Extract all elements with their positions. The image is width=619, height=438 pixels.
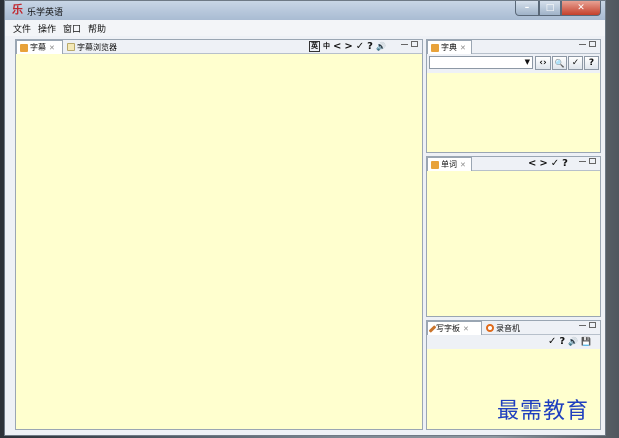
subtitle-toolbar: 英 中 < > ✓ ? 🔊 — [306, 41, 386, 52]
chevron-down-icon[interactable]: ▼ — [525, 58, 530, 66]
check-icon[interactable]: ✓ — [356, 41, 364, 52]
speaker-icon[interactable]: 🔊 — [568, 336, 578, 347]
maximize-panel-icon[interactable] — [589, 41, 596, 47]
tab-recorder[interactable]: 录音机 — [483, 321, 527, 335]
writing-pad-tools: ✓ ? 🔊 💾 — [545, 336, 591, 347]
minimize-panel-icon[interactable] — [579, 158, 586, 162]
words-toolbar: < > ✓ ? — [525, 158, 568, 169]
minimize-button[interactable]: – — [515, 1, 539, 16]
close-tab-icon[interactable]: ✕ — [463, 325, 469, 333]
window-controls: – □ ✕ — [515, 1, 601, 16]
check-icon[interactable]: ✓ — [548, 336, 556, 347]
tab-writing-pad-label: 写字板 — [436, 324, 460, 333]
maximize-panel-icon[interactable] — [411, 41, 418, 47]
tab-subtitle[interactable]: 字幕 ✕ — [16, 40, 63, 54]
workbench: 字幕 ✕ 字幕浏览器 英 中 < > ✓ ? 🔊 字典 ✕ ▼ ‹› 🔍 ✓ ?… — [5, 36, 605, 435]
writing-pad-toolbar: ✓ ? 🔊 💾 — [427, 335, 600, 349]
minimize-panel-icon[interactable] — [579, 41, 586, 45]
page-icon — [67, 43, 75, 51]
prev-next-button[interactable]: ‹› — [535, 56, 551, 70]
subtitle-panel: 字幕 ✕ 字幕浏览器 英 中 < > ✓ ? 🔊 — [15, 39, 423, 430]
tab-subtitle-browser[interactable]: 字幕浏览器 — [64, 40, 126, 54]
record-icon — [486, 324, 494, 332]
check-button[interactable]: ✓ — [568, 56, 583, 70]
english-toggle-button[interactable]: 英 — [309, 41, 320, 52]
dictionary-panel-header: 字典 ✕ — [427, 40, 600, 54]
close-button[interactable]: ✕ — [561, 1, 601, 16]
dictionary-panel: 字典 ✕ ▼ ‹› 🔍 ✓ ? — [426, 39, 601, 153]
close-tab-icon[interactable]: ✕ — [460, 44, 466, 52]
help-button[interactable]: ? — [584, 56, 599, 70]
speaker-icon[interactable]: 🔊 — [376, 41, 386, 52]
search-button[interactable]: 🔍 — [552, 56, 567, 70]
close-tab-icon[interactable]: ✕ — [460, 161, 466, 169]
subtitle-panel-header: 字幕 ✕ 字幕浏览器 英 中 < > ✓ ? 🔊 — [16, 40, 422, 54]
maximize-button[interactable]: □ — [539, 1, 561, 16]
tab-recorder-label: 录音机 — [496, 323, 520, 333]
watermark-text: 最需教育 — [497, 399, 590, 424]
menu-operation[interactable]: 操作 — [38, 22, 56, 35]
maximize-panel-icon[interactable] — [589, 158, 596, 164]
save-icon[interactable]: 💾 — [581, 336, 591, 347]
tab-dictionary-label: 字典 — [441, 43, 457, 52]
title-bar[interactable]: 乐 乐学英语 – □ ✕ — [5, 1, 605, 20]
chinese-toggle-button[interactable]: 中 — [323, 41, 330, 52]
dictionary-panel-controls — [576, 41, 596, 47]
close-tab-icon[interactable]: ✕ — [49, 44, 55, 52]
help-icon[interactable]: ? — [559, 336, 565, 347]
next-icon[interactable]: > — [344, 41, 352, 52]
writing-pad-panel-header: 写字板 ✕ 录音机 — [427, 321, 600, 335]
tab-subtitle-label: 字幕 — [30, 43, 46, 52]
tab-subtitle-browser-label: 字幕浏览器 — [77, 42, 117, 52]
dictionary-toolbar: ▼ ‹› 🔍 ✓ ? — [427, 54, 600, 73]
words-panel-header: 单词 ✕ < > ✓ ? — [427, 157, 600, 171]
window-title: 乐学英语 — [27, 8, 64, 18]
dictionary-icon — [431, 43, 439, 52]
words-panel-controls — [576, 158, 596, 164]
maximize-panel-icon[interactable] — [589, 322, 596, 328]
writing-pad-panel-controls — [576, 322, 596, 328]
app-window: 乐 乐学英语 – □ ✕ 文件 操作 窗口 帮助 字幕 ✕ 字幕浏览器 英 中 … — [4, 0, 606, 436]
subtitle-icon — [20, 43, 28, 52]
check-icon[interactable]: ✓ — [551, 158, 559, 169]
words-panel: 单词 ✕ < > ✓ ? — [426, 156, 601, 317]
minimize-panel-icon[interactable] — [579, 322, 586, 326]
tab-writing-pad[interactable]: 写字板 ✕ — [427, 321, 482, 335]
tab-words-label: 单词 — [441, 160, 457, 169]
next-icon[interactable]: > — [539, 158, 547, 169]
menu-window[interactable]: 窗口 — [63, 22, 81, 35]
help-icon[interactable]: ? — [367, 41, 373, 52]
tab-dictionary[interactable]: 字典 ✕ — [427, 40, 472, 54]
menu-bar: 文件 操作 窗口 帮助 — [5, 20, 605, 36]
tab-words[interactable]: 单词 ✕ — [427, 157, 472, 171]
words-icon — [431, 160, 439, 169]
menu-help[interactable]: 帮助 — [88, 22, 106, 35]
menu-file[interactable]: 文件 — [13, 22, 31, 35]
previous-icon[interactable]: < — [333, 41, 341, 52]
minimize-panel-icon[interactable] — [401, 41, 408, 45]
help-icon[interactable]: ? — [562, 158, 568, 169]
app-logo-icon: 乐 — [12, 3, 23, 16]
subtitle-panel-controls — [398, 41, 418, 47]
previous-icon[interactable]: < — [528, 158, 536, 169]
dictionary-search-input[interactable]: ▼ — [429, 56, 533, 69]
